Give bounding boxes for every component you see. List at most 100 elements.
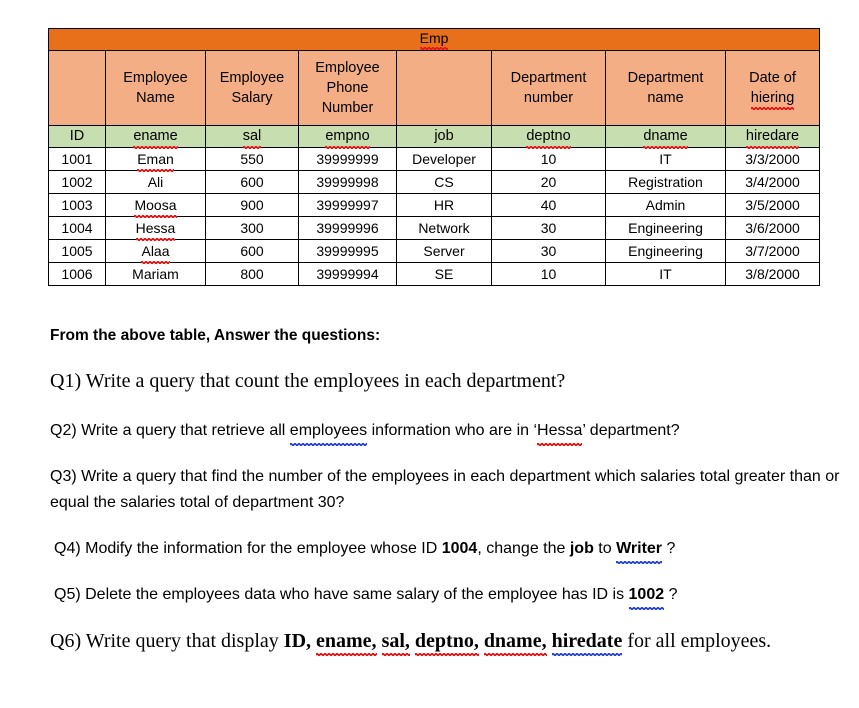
table-title-row: Emp (47, 28, 821, 51)
cell-empno: 39999997 (298, 193, 397, 217)
question-2-part2: information who are in ‘ (367, 422, 538, 439)
cell-dname: Engineering (605, 216, 726, 240)
group-header-cell-ename: Employee Name (105, 50, 206, 126)
question-4-part4: ? (662, 540, 676, 557)
group-header-cell-sal: Employee Salary (205, 50, 299, 126)
cell-ename-text: Moosa (134, 194, 177, 218)
emp-table: Emp Employee Name Employee Salary Employ… (47, 28, 821, 286)
question-6-ename: ename, (316, 630, 377, 656)
cell-deptno: 10 (491, 147, 606, 171)
cell-id: 1002 (48, 170, 106, 194)
cell-id: 1001 (48, 147, 106, 171)
question-6-deptno: deptno, (414, 630, 479, 656)
cell-ename: Mariam (105, 262, 206, 286)
column-header-ename: ename (105, 125, 206, 149)
question-2-employees: employees (289, 418, 368, 446)
emp-table-container: Emp Employee Name Employee Salary Employ… (47, 28, 821, 286)
cell-empno: 39999995 (298, 239, 397, 263)
cell-sal: 600 (205, 239, 299, 263)
question-4-part2: , change the (477, 540, 570, 557)
question-3: Q3) Write a query that find the number o… (50, 468, 840, 511)
cell-empno: 39999996 (298, 216, 397, 240)
column-header-hiredate: hiredare (724, 125, 821, 149)
table-row: 1006 Mariam 800 39999994 SE 10 IT 3/8/20… (48, 262, 821, 286)
cell-sal: 800 (205, 262, 299, 286)
group-header-cell-hiredate: Date of hiering (724, 50, 821, 126)
cell-ename-text: Eman (137, 148, 174, 172)
group-header-cell-job (396, 50, 492, 126)
column-header-hiredate-text: hiredare (745, 126, 800, 149)
table-row: 1002 Ali 600 39999998 CS 20 Registration… (48, 170, 821, 194)
cell-dname: IT (605, 262, 726, 286)
column-header-deptno: deptno (491, 125, 606, 149)
cell-dname: IT (605, 147, 726, 171)
cell-job: CS (396, 170, 492, 194)
question-4-writer: Writer (616, 536, 662, 564)
cell-job: HR (396, 193, 492, 217)
question-5-id: 1002 (628, 582, 664, 610)
table-row: 1005 Alaa 600 39999995 Server 30 Enginee… (48, 239, 821, 264)
question-2-hessa: Hessa (537, 418, 583, 446)
cell-deptno: 30 (491, 216, 606, 240)
column-header-sal-text: sal (242, 126, 261, 149)
column-header-id: ID (48, 125, 106, 148)
question-6-part1: Q6) Write query that display (50, 630, 284, 652)
question-4-id: 1004 (441, 540, 478, 557)
cell-deptno: 30 (491, 239, 606, 263)
cell-ename-text: Alaa (141, 240, 170, 264)
group-header-cell-empno: Employee Phone Number (298, 50, 397, 126)
group-header-cell-id (48, 50, 106, 126)
table-title-text: Emp (419, 29, 448, 50)
column-header-empno: empno (298, 125, 397, 149)
cell-sal: 300 (205, 216, 299, 240)
column-header-empno-text: empno (325, 126, 371, 149)
group-header-cell-dname: Department name (605, 50, 726, 126)
cell-id: 1003 (48, 193, 106, 217)
cell-ename: Moosa (105, 193, 206, 218)
question-6-id: ID, (283, 630, 312, 652)
column-header-sal: sal (205, 125, 299, 149)
cell-sal: 550 (205, 147, 299, 171)
cell-ename: Eman (105, 147, 206, 172)
question-6-hiredate: hiredate (551, 630, 623, 656)
column-header-ename-text: ename (133, 126, 179, 149)
group-header-hiredate-line1: Date of (749, 70, 796, 86)
cell-job: SE (396, 262, 492, 286)
questions-intro: From the above table, Answer the questio… (50, 327, 381, 344)
group-header-hiredate-line2: hiering (750, 90, 795, 110)
question-5-part1: Q5) Delete the employees data who have s… (54, 586, 629, 603)
column-header-id-text: ID (69, 128, 85, 144)
cell-hiredate: 3/3/2000 (724, 147, 821, 171)
table-row: 1004 Hessa 300 39999996 Network 30 Engin… (48, 216, 821, 241)
cell-dname: Admin (605, 193, 726, 217)
question-6-dname: dname, (483, 630, 547, 656)
question-6: Q6) Write query that display ID, ename, … (50, 628, 840, 656)
question-2-part3: ’ department? (582, 422, 680, 439)
cell-ename: Ali (105, 170, 206, 194)
cell-dname: Registration (605, 170, 726, 194)
cell-ename: Hessa (105, 216, 206, 241)
table-row: 1001 Eman 550 39999999 Developer 10 IT 3… (48, 147, 821, 172)
question-4: Q4) Modify the information for the emplo… (50, 536, 840, 564)
cell-job: Developer (396, 147, 492, 171)
cell-hiredate: 3/8/2000 (724, 262, 821, 286)
question-2-part1: Q2) Write a query that retrieve all (50, 422, 290, 439)
question-2: Q2) Write a query that retrieve all empl… (50, 418, 840, 446)
cell-job: Network (396, 216, 492, 240)
cell-deptno: 20 (491, 170, 606, 194)
table-row: 1003 Moosa 900 39999997 HR 40 Admin 3/5/… (48, 193, 821, 218)
cell-hiredate: 3/7/2000 (724, 239, 821, 263)
cell-job: Server (396, 239, 492, 263)
question-6-sal: sal, (381, 630, 411, 656)
question-4-job: job (569, 540, 594, 557)
question-1: Q1) Write a query that count the employe… (50, 370, 566, 392)
cell-ename: Alaa (105, 239, 206, 264)
cell-id: 1005 (48, 239, 106, 263)
cell-dname: Engineering (605, 239, 726, 263)
column-header-row: ID ename sal empno job deptno dname hire… (48, 125, 821, 149)
question-4-part3: to (593, 540, 617, 557)
cell-empno: 39999999 (298, 147, 397, 171)
group-header-cell-deptno: Department number (491, 50, 606, 126)
cell-hiredate: 3/5/2000 (724, 193, 821, 217)
questions-section: From the above table, Answer the questio… (50, 326, 840, 674)
